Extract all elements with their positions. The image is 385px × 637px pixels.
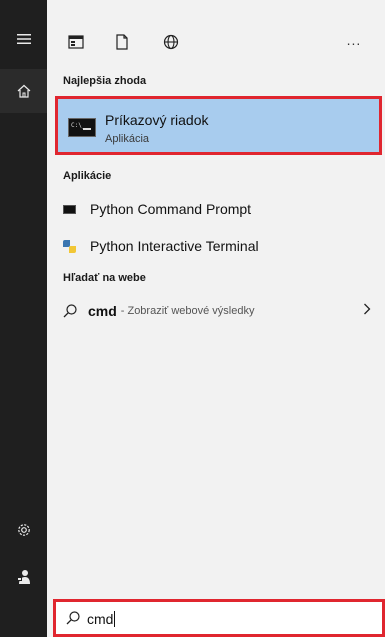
globe-icon xyxy=(163,34,179,50)
search-icon xyxy=(66,611,80,625)
command-prompt-icon xyxy=(68,118,96,137)
web-query: cmd xyxy=(88,303,117,319)
web-separator: - xyxy=(120,305,125,317)
more-options-button[interactable]: ... xyxy=(345,31,363,49)
best-match-heading: Najlepšia zhoda xyxy=(63,75,147,87)
menu-button[interactable] xyxy=(0,19,47,59)
document-icon xyxy=(116,34,128,50)
documents-filter-button[interactable] xyxy=(113,33,131,51)
web-search-heading: Hľadať na webe xyxy=(63,272,146,284)
gear-icon xyxy=(17,524,30,536)
search-input[interactable]: cmd xyxy=(87,611,116,627)
best-match-item[interactable]: Príkazový riadok Aplikácia xyxy=(55,96,382,155)
app-item-python-interactive-terminal[interactable]: Python Interactive Terminal xyxy=(63,235,259,257)
python-icon xyxy=(63,239,76,253)
user-icon xyxy=(16,570,30,584)
app-window-icon xyxy=(68,35,84,49)
app-item-python-command-prompt[interactable]: Python Command Prompt xyxy=(63,198,251,220)
filter-toolbar: ... xyxy=(47,0,385,66)
home-button[interactable] xyxy=(0,69,47,113)
apps-heading: Aplikácie xyxy=(63,170,112,182)
left-rail xyxy=(0,0,47,637)
search-icon xyxy=(63,304,77,318)
search-box[interactable]: cmd xyxy=(53,599,385,637)
best-match-subtitle: Aplikácia xyxy=(105,133,150,145)
hamburger-icon xyxy=(16,34,31,44)
web-description: Zobraziť webové výsledky xyxy=(127,305,255,317)
account-button[interactable] xyxy=(0,557,47,597)
chevron-right-icon xyxy=(364,303,371,315)
text-caret xyxy=(114,611,116,627)
apps-filter-button[interactable] xyxy=(67,33,85,51)
web-search-item[interactable]: cmd - Zobraziť webové výsledky xyxy=(63,300,385,322)
terminal-icon xyxy=(63,204,76,214)
search-results-panel: ... Najlepšia zhoda Príkazový riadok Apl… xyxy=(47,0,385,637)
settings-button[interactable] xyxy=(0,510,47,550)
best-match-title: Príkazový riadok xyxy=(105,112,209,128)
home-icon xyxy=(17,84,30,98)
search-input-value: cmd xyxy=(87,611,114,627)
app-label: Python Interactive Terminal xyxy=(90,238,259,254)
web-filter-button[interactable] xyxy=(162,33,180,51)
app-label: Python Command Prompt xyxy=(90,201,252,217)
